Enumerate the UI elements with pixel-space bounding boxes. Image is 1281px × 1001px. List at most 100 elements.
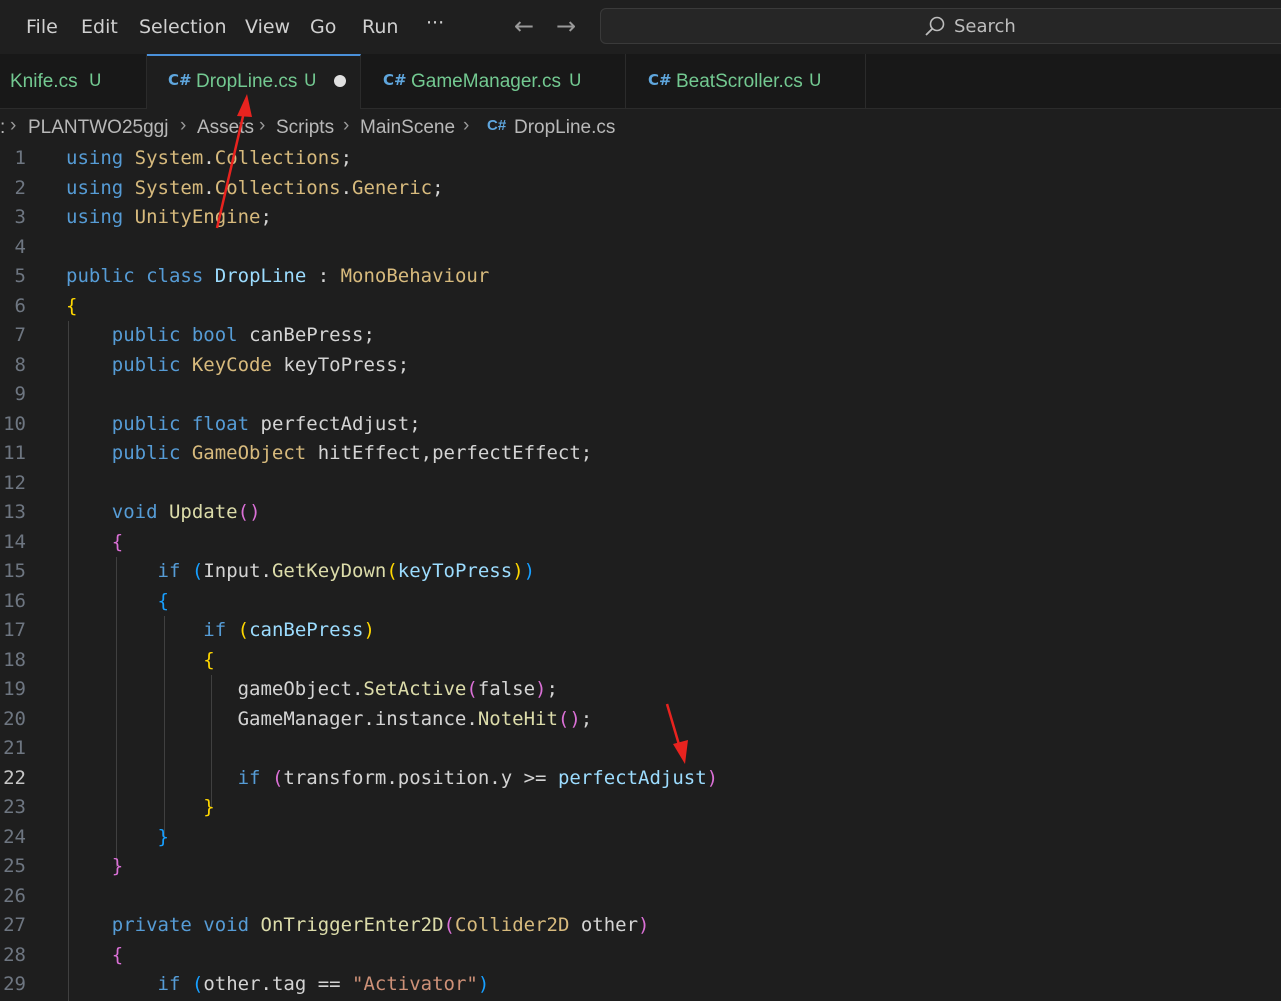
code-line[interactable]: 8 public KeyCode keyToPress;: [0, 351, 1281, 381]
code-text: {: [66, 528, 123, 558]
code-token: (: [466, 678, 478, 700]
tab-knife[interactable]: Knife.cs U: [0, 54, 147, 108]
breadcrumb-item-root[interactable]: PLANTWO25ggj: [28, 117, 168, 139]
code-token: (): [237, 501, 261, 523]
line-number: 23: [3, 796, 26, 818]
code-line[interactable]: 13 void Update(): [0, 498, 1281, 528]
code-token: if: [157, 973, 181, 995]
tab-gamemanager[interactable]: C# GameManager.cs U: [361, 54, 626, 108]
menu-more[interactable]: ···: [426, 12, 444, 34]
code-editor[interactable]: 1 using System.Collections; 2 using System.…: [0, 144, 1281, 1001]
menu-edit[interactable]: Edit: [81, 16, 118, 38]
code-token: {: [111, 943, 124, 966]
code-token: public: [66, 265, 135, 287]
line-number: 13: [3, 501, 26, 523]
code-token: (): [557, 707, 581, 730]
code-line[interactable]: 12: [0, 469, 1281, 499]
code-line[interactable]: 14 {: [0, 528, 1281, 558]
code-token: (: [271, 766, 284, 789]
code-token: ;: [260, 206, 272, 228]
code-text: using System.Collections;: [66, 144, 352, 174]
code-token: ): [363, 619, 375, 641]
line-number: 22: [3, 766, 26, 789]
code-token: {: [157, 589, 169, 612]
menu-run[interactable]: Run: [362, 16, 398, 38]
code-line[interactable]: 26: [0, 882, 1281, 912]
code-line[interactable]: 25 }: [0, 852, 1281, 882]
tab-beatscroller[interactable]: C# BeatScroller.cs U: [626, 54, 866, 108]
code-line[interactable]: 7 public bool canBePress;: [0, 321, 1281, 351]
code-token: Collections: [214, 176, 341, 199]
menu-file[interactable]: File: [26, 16, 58, 38]
code-token: transform.position.y >=: [283, 766, 558, 789]
code-line[interactable]: 20 GameManager.instance.NoteHit();: [0, 705, 1281, 735]
chevron-right-icon: ›: [463, 115, 470, 136]
code-line[interactable]: 2 using System.Collections.Generic;: [0, 174, 1281, 204]
chevron-right-icon: ›: [343, 115, 350, 136]
code-token: Collider2D: [455, 914, 570, 936]
code-line[interactable]: 11 public GameObject hitEffect,perfectEf…: [0, 439, 1281, 469]
editor-tab-bar: Knife.cs U C# DropLine.cs U C# GameManag…: [0, 54, 1281, 109]
code-text: if (Input.GetKeyDown(keyToPress)): [66, 557, 536, 587]
code-token: System: [134, 176, 204, 199]
code-line[interactable]: 22 if (transform.position.y >= perfectAd…: [0, 764, 1281, 794]
code-line[interactable]: 15 if (Input.GetKeyDown(keyToPress)): [0, 557, 1281, 587]
command-center-search[interactable]: Search: [600, 8, 1281, 44]
code-line[interactable]: 19 gameObject.SetActive(false);: [0, 675, 1281, 705]
code-token: NoteHit: [477, 707, 558, 730]
menu-selection[interactable]: Selection: [139, 16, 227, 38]
code-token: .: [340, 176, 353, 199]
breadcrumb-item-mainscene[interactable]: MainScene: [360, 117, 455, 139]
code-token: public: [111, 324, 181, 346]
code-token: Collections: [214, 147, 341, 169]
back-arrow-icon[interactable]: ←: [514, 12, 534, 40]
code-token: }: [203, 796, 215, 818]
breadcrumb-item-scripts[interactable]: Scripts: [276, 117, 334, 139]
code-line[interactable]: 5 public class DropLine : MonoBehaviour: [0, 262, 1281, 292]
code-line[interactable]: 10 public float perfectAdjust;: [0, 410, 1281, 440]
menu-go[interactable]: Go: [310, 16, 336, 38]
code-line[interactable]: 18 {: [0, 646, 1281, 676]
line-number: 24: [3, 825, 26, 848]
forward-arrow-icon[interactable]: →: [556, 12, 576, 40]
code-line[interactable]: 3 using UnityEngine;: [0, 203, 1281, 233]
code-line[interactable]: 23 }: [0, 793, 1281, 823]
code-line[interactable]: 16 {: [0, 587, 1281, 617]
code-token: OnTriggerEnter2D: [260, 914, 444, 936]
tab-dropline[interactable]: C# DropLine.cs U: [147, 54, 361, 109]
code-line[interactable]: 28 {: [0, 941, 1281, 971]
code-line[interactable]: 1 using System.Collections;: [0, 144, 1281, 174]
code-text: public bool canBePress;: [66, 321, 375, 351]
code-token: System: [134, 147, 204, 169]
breadcrumb-item-file[interactable]: DropLine.cs: [514, 117, 615, 139]
menu-view[interactable]: View: [245, 16, 290, 38]
code-line[interactable]: 24 }: [0, 823, 1281, 853]
code-text: }: [66, 823, 169, 853]
code-token: ): [523, 560, 536, 582]
modified-dot-icon[interactable]: [334, 75, 346, 87]
code-text: public GameObject hitEffect,perfectEffec…: [66, 439, 592, 469]
code-line[interactable]: 6{: [0, 292, 1281, 322]
breadcrumb-item-assets[interactable]: Assets: [197, 117, 254, 139]
code-token: other.tag ==: [203, 973, 353, 995]
code-line[interactable]: 21: [0, 734, 1281, 764]
code-text: using UnityEngine;: [66, 203, 272, 233]
code-line[interactable]: 4: [0, 233, 1281, 263]
tab-label: BeatScroller.cs: [676, 71, 803, 92]
code-text: gameObject.SetActive(false);: [66, 675, 558, 705]
code-line[interactable]: 9: [0, 380, 1281, 410]
code-line[interactable]: 17 if (canBePress): [0, 616, 1281, 646]
line-number: 19: [3, 678, 26, 700]
code-line[interactable]: 27 private void OnTriggerEnter2D(Collide…: [0, 911, 1281, 941]
code-token: ): [638, 914, 650, 936]
code-token: (: [443, 914, 455, 936]
